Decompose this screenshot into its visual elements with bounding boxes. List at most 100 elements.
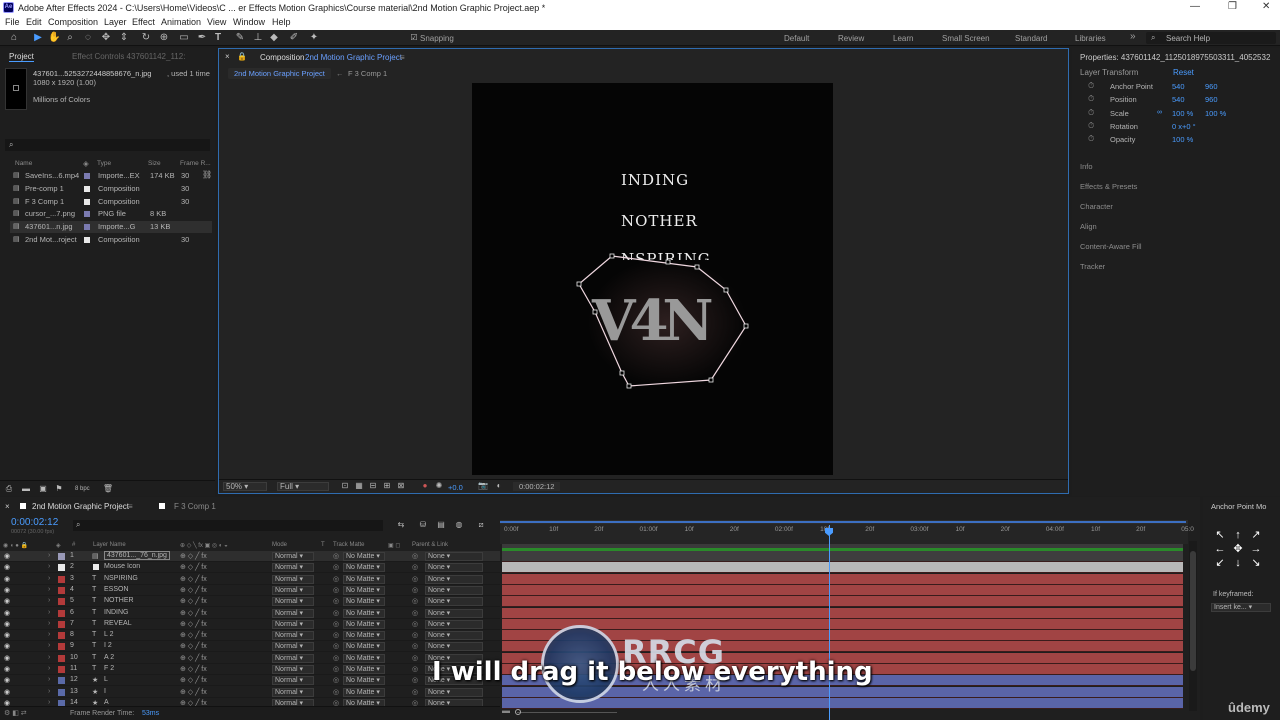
tab-timeline-main[interactable]: 2nd Motion Graphic Project	[32, 502, 129, 511]
layer-label-color[interactable]	[58, 575, 65, 583]
motion-blur-icon[interactable]: ◍	[453, 519, 465, 531]
parent-pickwhip-icon[interactable]: ◎	[412, 575, 418, 583]
layer-row[interactable]: ◉ › 13 ★ I ⊕ ◇ ╱ fx Normal ▾ ◎ No Matte ▾ ◎ None ▾	[0, 687, 500, 698]
matte-pickwhip-icon[interactable]: ◎	[333, 620, 339, 628]
panel-menu-icon[interactable]: ≡	[400, 53, 405, 62]
search-help-field[interactable]: ⌕ Search Help	[1146, 32, 1276, 44]
show-snapshot-icon[interactable]: ◐	[493, 480, 505, 492]
anchor-top-right-icon[interactable]: ↗	[1248, 528, 1264, 542]
track-matte-dropdown[interactable]: No Matte ▾	[343, 642, 385, 652]
visibility-eye-icon[interactable]: ◉	[4, 642, 10, 650]
timeline-timecode[interactable]: 0:00:02:12	[11, 517, 58, 528]
expand-arrow-icon[interactable]: ›	[48, 586, 50, 593]
project-item[interactable]: ▤ Pre-comp 1 Composition 30	[10, 183, 212, 195]
snapping-checkbox[interactable]: ☑	[408, 32, 420, 44]
parent-dropdown[interactable]: None ▾	[425, 574, 483, 584]
layer-name[interactable]: INDING	[104, 609, 129, 616]
visibility-eye-icon[interactable]: ◉	[4, 676, 10, 684]
layer-duration-bar[interactable]	[502, 551, 1183, 562]
current-time-indicator[interactable]	[829, 525, 830, 720]
layer-mode-dropdown[interactable]: Normal ▾	[272, 676, 314, 686]
layer-row[interactable]: ◉ › 1 ▤ 437601..._76_n.jpg ⊕ ◇ ╱ fx Normal ▾ ◎ N…	[0, 551, 500, 562]
graph-editor-icon[interactable]: ⧄	[475, 519, 487, 531]
workspace-small-screen[interactable]: Small Screen	[942, 34, 990, 43]
menu-view[interactable]: View	[207, 17, 226, 27]
layer-switches-icon[interactable]: ⊕ ◇ ╱ fx	[180, 597, 207, 605]
expand-arrow-icon[interactable]: ›	[48, 654, 50, 661]
parent-pickwhip-icon[interactable]: ◎	[412, 620, 418, 628]
track-matte-dropdown[interactable]: No Matte ▾	[343, 563, 385, 573]
tab-effect-controls[interactable]: Effect Controls 437601142_112:	[72, 52, 185, 61]
parent-dropdown[interactable]: None ▾	[425, 619, 483, 629]
snapshot-icon[interactable]: 📷	[477, 480, 489, 492]
layer-row[interactable]: ◉ › 7 T REVEAL ⊕ ◇ ╱ fx Normal ▾ ◎ No Matte ▾ ◎ No…	[0, 619, 500, 630]
layer-switches-icon[interactable]: ⊕ ◇ ╱ fx	[180, 609, 207, 617]
draft-3d-icon[interactable]: ⇆	[395, 519, 407, 531]
anchor-left-icon[interactable]: ←	[1212, 542, 1228, 556]
layer-switches-icon[interactable]: ⊕ ◇ ╱ fx	[180, 620, 207, 628]
expand-arrow-icon[interactable]: ›	[48, 688, 50, 695]
parent-dropdown[interactable]: None ▾	[425, 585, 483, 595]
timeline-scrollbar[interactable]	[1189, 541, 1197, 711]
col-layer-name[interactable]: Layer Name	[93, 542, 126, 548]
col-name[interactable]: Name	[15, 160, 32, 167]
track-matte-dropdown[interactable]: No Matte ▾	[343, 665, 385, 674]
minimize-button[interactable]: —	[1190, 1, 1200, 12]
footer-switches-icon[interactable]: ⚙ ◧ ⇄	[4, 709, 27, 717]
expand-arrow-icon[interactable]: ›	[48, 642, 50, 649]
zoom-handle[interactable]	[515, 709, 521, 715]
stopwatch-icon[interactable]: ⏱	[1088, 134, 1094, 144]
project-search-input[interactable]: ⌕	[5, 139, 210, 151]
exposure-value[interactable]: +0.0	[448, 483, 463, 492]
track-matte-dropdown[interactable]: No Matte ▾	[343, 687, 385, 697]
dependencies-icon[interactable]: ⛓	[202, 170, 212, 179]
brush-tool-icon[interactable]: ✎	[234, 32, 246, 44]
property-value-2[interactable]: 960	[1205, 95, 1218, 104]
pen-tool-icon[interactable]: ✒	[196, 32, 208, 44]
parent-pickwhip-icon[interactable]: ◎	[412, 552, 418, 560]
matte-pickwhip-icon[interactable]: ◎	[333, 552, 339, 560]
layer-mode-dropdown[interactable]: Normal ▾	[272, 585, 314, 595]
layer-label-color[interactable]	[58, 688, 65, 696]
matte-pickwhip-icon[interactable]: ◎	[333, 597, 339, 605]
visibility-eye-icon[interactable]: ◉	[4, 597, 10, 605]
layer-row[interactable]: ◉ › 9 T I 2 ⊕ ◇ ╱ fx Normal ▾ ◎ No Matte ▾ ◎ None …	[0, 641, 500, 653]
panel-effects-presets[interactable]: Effects & Presets	[1080, 182, 1137, 191]
lock-icon[interactable]: 🔒	[237, 52, 247, 61]
constrain-proportions-icon[interactable]: ∞	[1157, 109, 1162, 116]
tab-timeline-f3[interactable]: F 3 Comp 1	[174, 502, 216, 511]
rotate-tool-icon[interactable]: ↻	[140, 32, 152, 44]
breadcrumb-sub[interactable]: F 3 Comp 1	[348, 69, 387, 78]
zoom-out-icon[interactable]: ▬	[502, 706, 510, 715]
layer-mode-dropdown[interactable]: Normal ▾	[272, 608, 314, 618]
time-ruler[interactable]: 0:00f 10f 20f 01:00f 10f 20f 02:00f 10f 20f 03:00…	[500, 520, 1194, 544]
layer-switches-icon[interactable]: ⊕ ◇ ╱ fx	[180, 563, 207, 571]
layer-switches-icon[interactable]: ⊕ ◇ ╱ fx	[180, 676, 207, 684]
layer-label-color[interactable]	[58, 677, 65, 685]
layer-row[interactable]: ◉ › 12 ★ L ⊕ ◇ ╱ fx Normal ▾ ◎ No Matte ▾ ◎ None ▾	[0, 675, 500, 687]
layer-row[interactable]: ◉ › 11 T F 2 ⊕ ◇ ╱ fx Normal ▾ ◎ No Matte ▾ ◎ None…	[0, 664, 500, 675]
layer-label-color[interactable]	[58, 564, 65, 572]
matte-pickwhip-icon[interactable]: ◎	[333, 654, 339, 662]
menu-file[interactable]: File	[5, 17, 20, 27]
dolly-tool-icon[interactable]: ⇕	[118, 32, 130, 44]
parent-dropdown[interactable]: None ▾	[425, 608, 483, 618]
track-matte-dropdown[interactable]: No Matte ▾	[343, 574, 385, 584]
layer-duration-bar[interactable]	[502, 618, 1183, 630]
layer-switches-icon[interactable]: ⊕ ◇ ╱ fx	[180, 654, 207, 662]
layer-mode-dropdown[interactable]: Normal ▾	[272, 642, 314, 652]
project-item[interactable]: ▤ SaveIns...6.mp4 Importe...EX 174 KB 30 ⛓	[10, 170, 212, 182]
visibility-eye-icon[interactable]: ◉	[4, 586, 10, 594]
menu-window[interactable]: Window	[233, 17, 265, 27]
roto-brush-tool-icon[interactable]: ✐	[288, 32, 300, 44]
track-matte-dropdown[interactable]: No Matte ▾	[343, 552, 385, 561]
maximize-button[interactable]: ❐	[1228, 1, 1237, 12]
anchor-center-icon[interactable]: ✥	[1230, 542, 1246, 556]
layer-mode-dropdown[interactable]: Normal ▾	[272, 574, 314, 584]
expand-arrow-icon[interactable]: ›	[48, 620, 50, 627]
new-composition-icon[interactable]: ▣	[37, 483, 49, 495]
panel-menu-icon[interactable]: ≡	[128, 502, 133, 511]
stopwatch-icon[interactable]: ⏱	[1088, 81, 1094, 91]
workspace-standard[interactable]: Standard	[1015, 34, 1047, 43]
layer-duration-bar[interactable]	[502, 573, 1183, 585]
